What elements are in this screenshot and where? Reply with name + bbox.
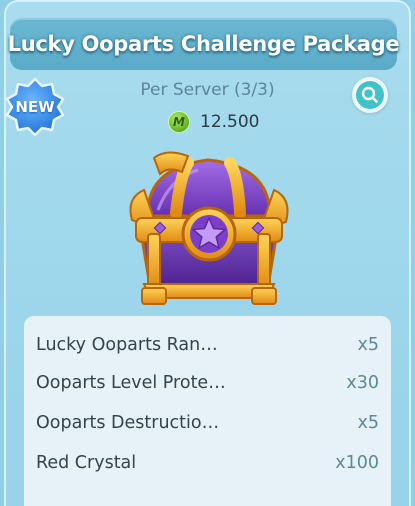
item-name: Red Crystal (36, 453, 137, 473)
list-item: Ooparts Level Prote… x30 (36, 368, 379, 398)
list-item: Red Crystal x100 (36, 448, 379, 478)
price-amount: 12.500 (200, 112, 260, 132)
search-icon (356, 81, 384, 109)
list-item: Lucky Ooparts Ran… x5 (36, 330, 379, 360)
item-quantity: x5 (357, 335, 380, 355)
treasure-chest-image (118, 138, 300, 308)
price: M 12.500 (168, 110, 259, 134)
list-item: Ooparts Destructio… x5 (36, 408, 379, 438)
package-contents-list[interactable]: Lucky Ooparts Ran… x5 Ooparts Level Prot… (24, 316, 391, 506)
item-quantity: x30 (346, 373, 379, 393)
package-title: Lucky Ooparts Challenge Package (7, 32, 400, 56)
item-name: Ooparts Level Prote… (36, 373, 226, 393)
m-coin-icon: M (168, 111, 190, 133)
item-name: Ooparts Destructio… (36, 413, 220, 433)
package-title-bar: Lucky Ooparts Challenge Package (7, 18, 400, 70)
item-quantity: x100 (335, 453, 379, 473)
zoom-button[interactable] (352, 77, 388, 113)
item-name: Lucky Ooparts Ran… (36, 335, 218, 355)
item-quantity: x5 (357, 413, 380, 433)
